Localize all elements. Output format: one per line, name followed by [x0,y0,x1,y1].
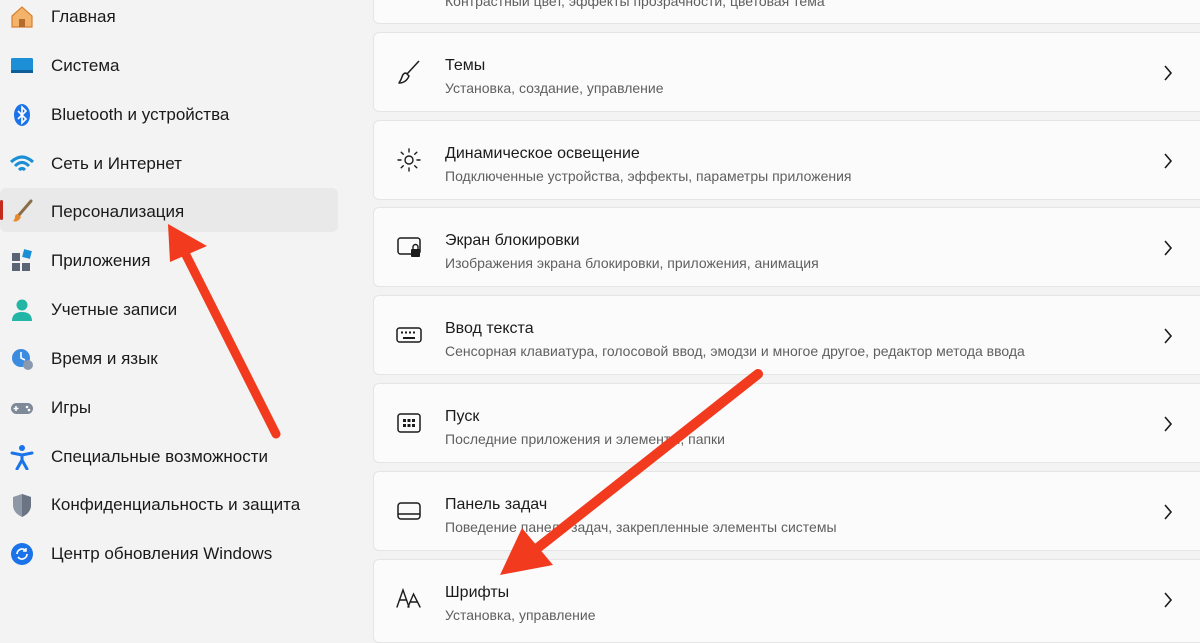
card-title: Экран блокировки [445,232,580,249]
gamepad-icon [8,394,36,422]
chevron-right-icon [1164,504,1173,520]
chevron-right-icon [1164,328,1173,344]
chevron-right-icon [1164,65,1173,81]
sidebar-item-label: Центр обновления Windows [51,544,273,563]
settings-card-lock-screen[interactable]: Экран блокировки Изображения экрана блок… [373,207,1200,287]
card-subtitle: Установка, создание, управление [445,80,664,96]
card-subtitle: Изображения экрана блокировки, приложени… [445,255,819,271]
keyboard-icon [394,320,424,350]
sidebar-item-home[interactable]: Главная [0,0,338,38]
sidebar-item-accounts[interactable]: Учетные записи [0,287,338,331]
lock-screen-icon [394,232,424,262]
card-title: Шрифты [445,584,510,601]
chevron-right-icon [1164,240,1173,256]
wifi-icon [8,150,36,178]
selection-indicator [0,200,3,220]
account-icon [8,296,36,324]
settings-card-taskbar[interactable]: Панель задач Поведение панели задач, зак… [373,471,1200,551]
brush-icon [8,197,36,225]
sidebar-item-personalization[interactable]: Персонализация [0,188,338,232]
settings-card-start[interactable]: Пуск Последние приложения и элементы, па… [373,383,1200,463]
fonts-icon [394,584,424,614]
settings-card-text-input[interactable]: Ввод текста Сенсорная клавиатура, голосо… [373,295,1200,375]
card-subtitle: Поведение панели задач, закрепленные эле… [445,519,837,535]
shield-icon [8,491,36,519]
card-subtitle: Подключенные устройства, эффекты, параме… [445,168,852,184]
sidebar-item-time-language[interactable]: Время и язык [0,336,338,380]
update-icon [8,540,36,568]
card-subtitle: Установка, управление [445,607,596,623]
brush-icon [394,57,424,87]
settings-card-dynamic-lighting[interactable]: Динамическое освещение Подключенные устр… [373,120,1200,200]
sidebar-item-bluetooth[interactable]: Bluetooth и устройства [0,92,338,136]
card-subtitle: Последние приложения и элементы, папки [445,431,725,447]
card-title: Темы [445,57,486,74]
start-icon [394,408,424,438]
apps-icon [8,247,36,275]
card-subtitle: Контрастный цвет, эффекты прозрачности, … [445,0,825,9]
sidebar-item-gaming[interactable]: Игры [0,385,338,429]
sidebar-item-network[interactable]: Сеть и Интернет [0,141,338,185]
chevron-right-icon [1164,416,1173,432]
sidebar-item-accessibility[interactable]: Специальные возможности [0,434,338,478]
settings-card-fonts[interactable]: Шрифты Установка, управление [373,559,1200,643]
sidebar-item-label: Система [51,56,120,75]
card-title: Панель задач [445,496,548,513]
home-icon [8,3,36,31]
sidebar-item-label: Главная [51,7,116,26]
accessibility-icon [8,443,36,471]
sidebar-item-system[interactable]: Система [0,43,338,87]
time-language-icon [8,345,36,373]
sidebar-item-apps[interactable]: Приложения [0,238,338,282]
card-subtitle: Сенсорная клавиатура, голосовой ввод, эм… [445,343,1025,359]
sidebar-item-label: Bluetooth и устройства [51,105,230,124]
chevron-right-icon [1164,153,1173,169]
settings-card-colors[interactable]: Контрастный цвет, эффекты прозрачности, … [373,0,1200,24]
card-title: Пуск [445,408,480,425]
system-icon [8,52,36,80]
sidebar-item-windows-update[interactable]: Центр обновления Windows [0,531,338,575]
sidebar-item-label: Время и язык [51,349,158,368]
sidebar-item-label: Приложения [51,251,151,270]
sidebar-item-label: Игры [51,398,92,417]
sidebar-item-label: Сеть и Интернет [51,154,182,173]
sidebar-item-label: Специальные возможности [51,447,269,466]
bluetooth-icon [8,101,36,129]
sidebar-item-label: Конфиденциальность и защита [51,495,301,514]
settings-card-themes[interactable]: Темы Установка, создание, управление [373,32,1200,112]
card-title: Динамическое освещение [445,145,640,162]
sidebar-nav: Главная Система Bluetooth и устройства С… [0,0,345,643]
dynamic-lighting-icon [394,145,424,175]
sidebar-item-privacy[interactable]: Конфиденциальность и защита [0,482,338,526]
taskbar-icon [394,496,424,526]
sidebar-item-label: Персонализация [51,202,185,221]
sidebar-item-label: Учетные записи [51,300,178,319]
chevron-right-icon [1164,592,1173,608]
card-title: Ввод текста [445,320,534,337]
